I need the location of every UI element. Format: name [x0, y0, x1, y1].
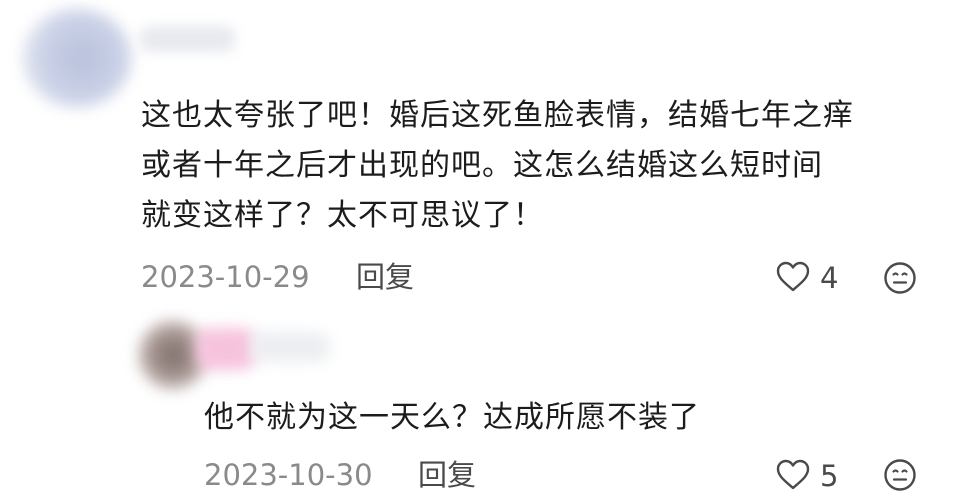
comment-body: 这也太夸张了吧！婚后这死鱼脸表情，结婚七年之痒 或者十年之后才出现的吧。这怎么结… [141, 91, 941, 241]
like-count: 5 [820, 459, 839, 493]
like-button[interactable]: 5 [776, 458, 846, 494]
comment-line: 或者十年之后才出现的吧。这怎么结婚这么短时间 [141, 148, 823, 183]
neutral-face-icon[interactable] [883, 261, 917, 295]
like-count: 4 [820, 261, 839, 295]
comment-body: 他不就为这一天么？达成所愿不装了 [204, 393, 904, 443]
heart-outline-icon [776, 261, 810, 293]
username-blurred [250, 332, 330, 362]
comment-1: 这也太夸张了吧！婚后这死鱼脸表情，结婚七年之痒 或者十年之后才出现的吧。这怎么结… [0, 0, 969, 300]
like-button[interactable]: 4 [776, 260, 846, 296]
comment-date: 2023-10-29 [141, 260, 310, 294]
heart-outline-icon [776, 459, 810, 491]
reply-button[interactable]: 回复 [356, 259, 414, 295]
comment-date: 2023-10-30 [204, 458, 373, 492]
comment-line: 他不就为这一天么？达成所愿不装了 [204, 400, 700, 435]
username-blurred[interactable] [196, 328, 256, 370]
reply-button[interactable]: 回复 [418, 457, 476, 493]
neutral-face-icon[interactable] [883, 458, 917, 492]
comment-line: 这也太夸张了吧！婚后这死鱼脸表情，结婚七年之痒 [141, 98, 854, 133]
comment-line: 就变这样了？太不可思议了！ [141, 198, 544, 233]
avatar[interactable] [22, 8, 132, 108]
username-blurred[interactable] [140, 26, 235, 52]
